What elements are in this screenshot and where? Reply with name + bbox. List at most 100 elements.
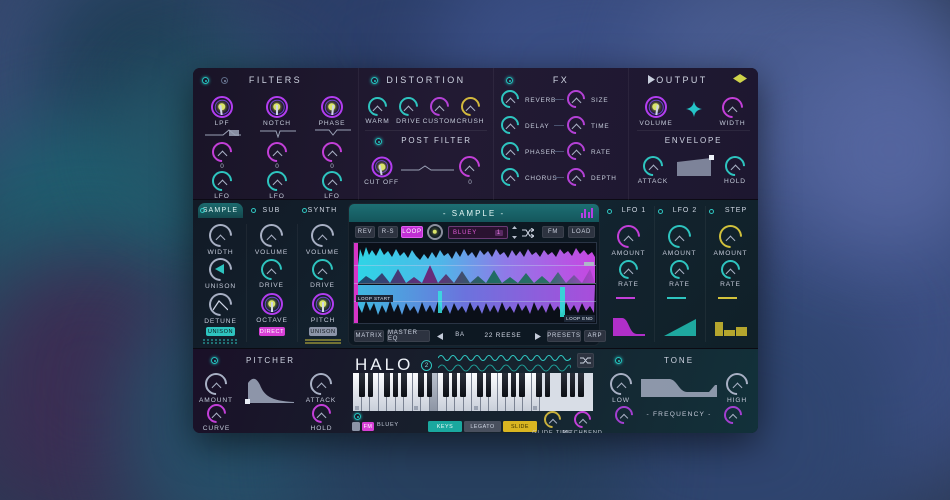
waveform-display[interactable]: LOOP START LOOP END bbox=[353, 242, 597, 324]
env-hold-knob[interactable]: HOLD bbox=[720, 151, 750, 185]
lfo1-rate-knob[interactable]: RATE bbox=[615, 256, 642, 288]
sample-name-field[interactable]: BLUEY 1 bbox=[448, 226, 508, 239]
tone-high-freq-knob[interactable] bbox=[720, 402, 746, 428]
lpf-q-knob[interactable] bbox=[207, 137, 237, 167]
keyboard-power-toggle[interactable] bbox=[354, 413, 361, 420]
lfo1-shape-icon[interactable] bbox=[613, 318, 645, 336]
pitcher-curve-knob[interactable]: CURVE bbox=[203, 400, 230, 432]
rate-knob[interactable] bbox=[563, 138, 589, 164]
env-attack-knob[interactable]: ATTACK bbox=[638, 151, 667, 185]
delay-knob[interactable] bbox=[497, 112, 523, 138]
keys-button[interactable]: KEYS bbox=[428, 421, 462, 432]
custom-knob[interactable]: CUSTOM bbox=[423, 93, 456, 125]
tone-high-knob[interactable]: HIGH bbox=[721, 368, 753, 404]
sub-volume-knob[interactable]: VOLUME bbox=[255, 219, 288, 256]
stereo-diamond-icon[interactable] bbox=[686, 101, 702, 117]
notch-knob[interactable]: NOTCH bbox=[263, 96, 290, 127]
rev-button[interactable]: REV bbox=[355, 226, 375, 238]
loop-button[interactable]: LOOP bbox=[401, 226, 423, 238]
size-knob[interactable] bbox=[563, 86, 589, 112]
shuffle-icon[interactable] bbox=[522, 228, 534, 238]
lfo2-amount-knob[interactable]: AMOUNT bbox=[663, 220, 696, 257]
drive-knob[interactable]: DRIVE bbox=[395, 93, 422, 125]
volume-knob[interactable]: VOLUME bbox=[639, 96, 672, 127]
phase-q-value: 0 bbox=[330, 163, 334, 170]
phase-lfo-knob[interactable]: LFO bbox=[317, 166, 347, 200]
width-knob[interactable]: WIDTH bbox=[717, 92, 748, 127]
matrix-button[interactable]: MATRIX bbox=[354, 330, 384, 342]
synth-mode-tag[interactable]: UNISON bbox=[309, 327, 337, 336]
lpf-lfo-knob[interactable]: LFO bbox=[207, 166, 237, 200]
pitcher-amount-knob[interactable]: AMOUNT bbox=[199, 368, 232, 404]
legato-button[interactable]: LEGATO bbox=[464, 421, 501, 432]
time-knob[interactable] bbox=[563, 112, 589, 138]
step-rate-knob[interactable]: RATE bbox=[717, 256, 744, 288]
cutoff-knob[interactable]: CUT OFF bbox=[364, 156, 398, 186]
sample-unison-knob[interactable]: UNISON bbox=[204, 253, 237, 290]
phaser-knob[interactable] bbox=[497, 138, 523, 164]
sub-power-toggle[interactable] bbox=[251, 208, 256, 213]
name-stepper-icon[interactable] bbox=[511, 225, 518, 240]
chorus-knob[interactable] bbox=[497, 164, 523, 190]
synth-power-toggle[interactable] bbox=[302, 208, 307, 213]
wave-handle-top[interactable] bbox=[584, 262, 594, 266]
piano-keyboard[interactable] bbox=[353, 373, 593, 411]
loop-end-marker-label[interactable]: LOOP END bbox=[564, 315, 595, 322]
spectrum-icon[interactable] bbox=[580, 208, 593, 218]
step-shape-icon[interactable] bbox=[715, 318, 747, 336]
notch-lfo-knob[interactable]: LFO bbox=[262, 166, 292, 200]
synth-volume-knob[interactable]: VOLUME bbox=[306, 219, 339, 256]
sample-detune-knob[interactable]: DETUNE bbox=[204, 288, 237, 325]
crush-knob[interactable]: CRUSH bbox=[457, 93, 484, 125]
keyboard-shuffle-button[interactable] bbox=[577, 353, 594, 368]
halo-logo: HALO bbox=[355, 355, 414, 374]
phase-q-knob[interactable] bbox=[317, 137, 347, 167]
synth-pitch-knob[interactable]: PITCH bbox=[311, 293, 334, 324]
notch-q-knob[interactable] bbox=[262, 137, 292, 167]
lfo2-power-toggle[interactable] bbox=[658, 209, 663, 214]
sub-drive-knob[interactable]: DRIVE bbox=[256, 254, 287, 289]
sub-octave-knob[interactable]: OCTAVE bbox=[256, 293, 287, 324]
sample-width-knob[interactable]: WIDTH bbox=[204, 219, 237, 256]
phase-knob[interactable]: PHASE bbox=[319, 96, 345, 127]
lfo2-rate-knob[interactable]: RATE bbox=[666, 256, 693, 288]
loop-start-marker-label[interactable]: LOOP START bbox=[356, 295, 393, 302]
pitcher-hold-knob[interactable]: HOLD bbox=[308, 400, 335, 432]
depth-knob[interactable] bbox=[563, 164, 589, 190]
post-filter-power-toggle[interactable] bbox=[375, 138, 382, 145]
pitcher-envelope-icon[interactable] bbox=[242, 375, 298, 405]
preset-name-label[interactable]: 22 REESE bbox=[475, 332, 531, 339]
lpf-knob[interactable]: LPF bbox=[211, 96, 233, 127]
tone-low-freq-knob[interactable] bbox=[611, 402, 637, 428]
next-arrow-icon[interactable] bbox=[535, 333, 542, 340]
load-button[interactable]: LOAD bbox=[568, 226, 595, 238]
tone-low-knob[interactable]: LOW bbox=[605, 368, 637, 404]
post-filter-q-knob[interactable] bbox=[454, 151, 485, 182]
sub-mode-tag[interactable]: DIRECT bbox=[259, 327, 285, 336]
step-power-toggle[interactable] bbox=[709, 209, 714, 214]
diamond-yellow-icon[interactable] bbox=[733, 74, 747, 83]
sample-power-toggle[interactable] bbox=[200, 208, 205, 213]
synth-drive-knob[interactable]: DRIVE bbox=[307, 254, 338, 289]
reverb-knob[interactable] bbox=[497, 86, 523, 112]
midi-indicator[interactable] bbox=[352, 422, 360, 431]
step-amount-knob[interactable]: AMOUNT bbox=[714, 220, 747, 257]
rs-button[interactable]: R-S bbox=[378, 226, 398, 238]
fm-badge[interactable]: FM bbox=[362, 422, 374, 431]
glide-time-knob[interactable]: GLIDE TIME bbox=[532, 407, 572, 433]
sample-mode-tag[interactable]: UNISON bbox=[206, 327, 235, 336]
bank-label[interactable]: BA bbox=[449, 332, 471, 338]
presets-button[interactable]: PRESETS bbox=[547, 330, 581, 342]
tone-curve-icon[interactable] bbox=[641, 375, 717, 401]
pitchbend-knob[interactable]: PITCHBEND bbox=[562, 407, 602, 433]
prev-arrow-icon[interactable] bbox=[437, 333, 444, 340]
warm-knob[interactable]: WARM bbox=[364, 93, 391, 125]
master-eq-button[interactable]: MASTER EQ bbox=[387, 330, 430, 342]
envelope-shape-icon[interactable] bbox=[675, 154, 717, 178]
fm-button[interactable]: FM bbox=[542, 226, 564, 238]
pitcher-attack-knob[interactable]: ATTACK bbox=[305, 368, 337, 404]
lfo1-amount-knob[interactable]: AMOUNT bbox=[612, 220, 645, 257]
pan-knob-icon[interactable] bbox=[427, 224, 443, 240]
lfo1-power-toggle[interactable] bbox=[607, 209, 612, 214]
lfo2-shape-icon[interactable] bbox=[664, 318, 696, 336]
